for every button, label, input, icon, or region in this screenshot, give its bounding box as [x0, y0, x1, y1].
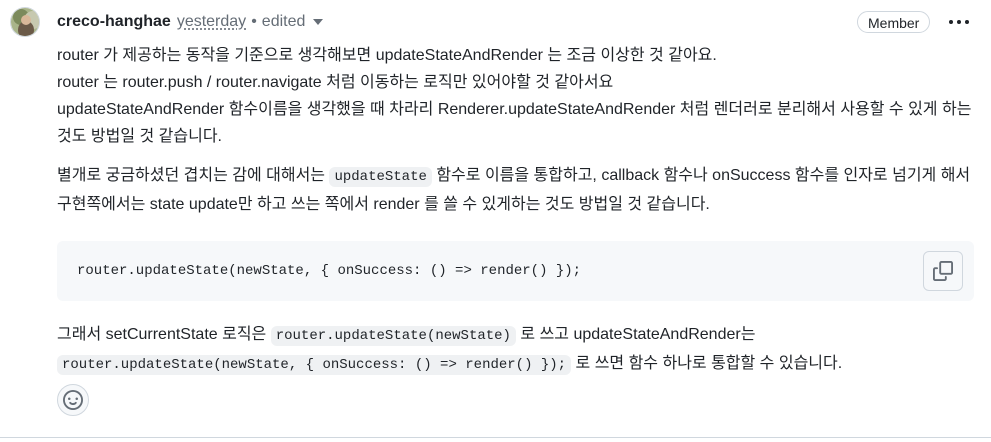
divider [0, 437, 991, 438]
avatar[interactable] [10, 7, 40, 37]
separator: • [251, 13, 257, 30]
inline-code: updateState [329, 167, 432, 187]
add-reaction-button[interactable] [57, 384, 89, 416]
avatar-image [11, 8, 39, 36]
inline-code: router.updateState(newState) [270, 326, 516, 346]
text-segment: 그래서 setCurrentState 로직은 [57, 326, 271, 343]
paragraph-2: 별개로 궁금하셨던 겹치는 감에 대해서는 updateState 함수로 이름… [57, 162, 977, 218]
paragraph-3: 그래서 setCurrentState 로직은 router.updateSta… [57, 321, 977, 379]
role-badge: Member [857, 11, 931, 33]
text-line: router 가 제공하는 동작을 기준으로 생각해보면 updateState… [57, 47, 717, 64]
inline-code: router.updateState(newState, { onSuccess… [57, 355, 572, 375]
code-block-content: router.updateState(newState, { onSuccess… [77, 263, 582, 279]
triangle-down-icon[interactable] [313, 19, 324, 25]
text-segment: 로 쓰면 함수 하나로 통합할 수 있습니다. [571, 355, 843, 372]
copy-button[interactable] [923, 251, 963, 291]
text-line: updateStateAndRender 함수이름을 생각했을 때 차라리 Re… [57, 101, 972, 145]
smiley-icon [63, 390, 83, 410]
text-segment: 별개로 궁금하셨던 겹치는 감에 대해서는 [57, 167, 330, 184]
paragraph-1: router 가 제공하는 동작을 기준으로 생각해보면 updateState… [57, 42, 977, 150]
comment-body: router 가 제공하는 동작을 기준으로 생각해보면 updateState… [57, 42, 977, 218]
text-line: router 는 router.push / router.navigate 처… [57, 74, 614, 91]
text-segment: 로 쓰고 updateStateAndRender는 [515, 326, 756, 343]
timestamp-link[interactable]: yesterday [177, 13, 246, 31]
kebab-horizontal-icon[interactable] [946, 12, 972, 32]
comment-header: creco-hanghae yesterday • edited [57, 10, 324, 34]
copy-icon [933, 261, 953, 281]
code-block: router.updateState(newState, { onSuccess… [57, 241, 974, 301]
author-link[interactable]: creco-hanghae [57, 13, 171, 31]
edited-history-button[interactable]: edited [262, 13, 306, 31]
